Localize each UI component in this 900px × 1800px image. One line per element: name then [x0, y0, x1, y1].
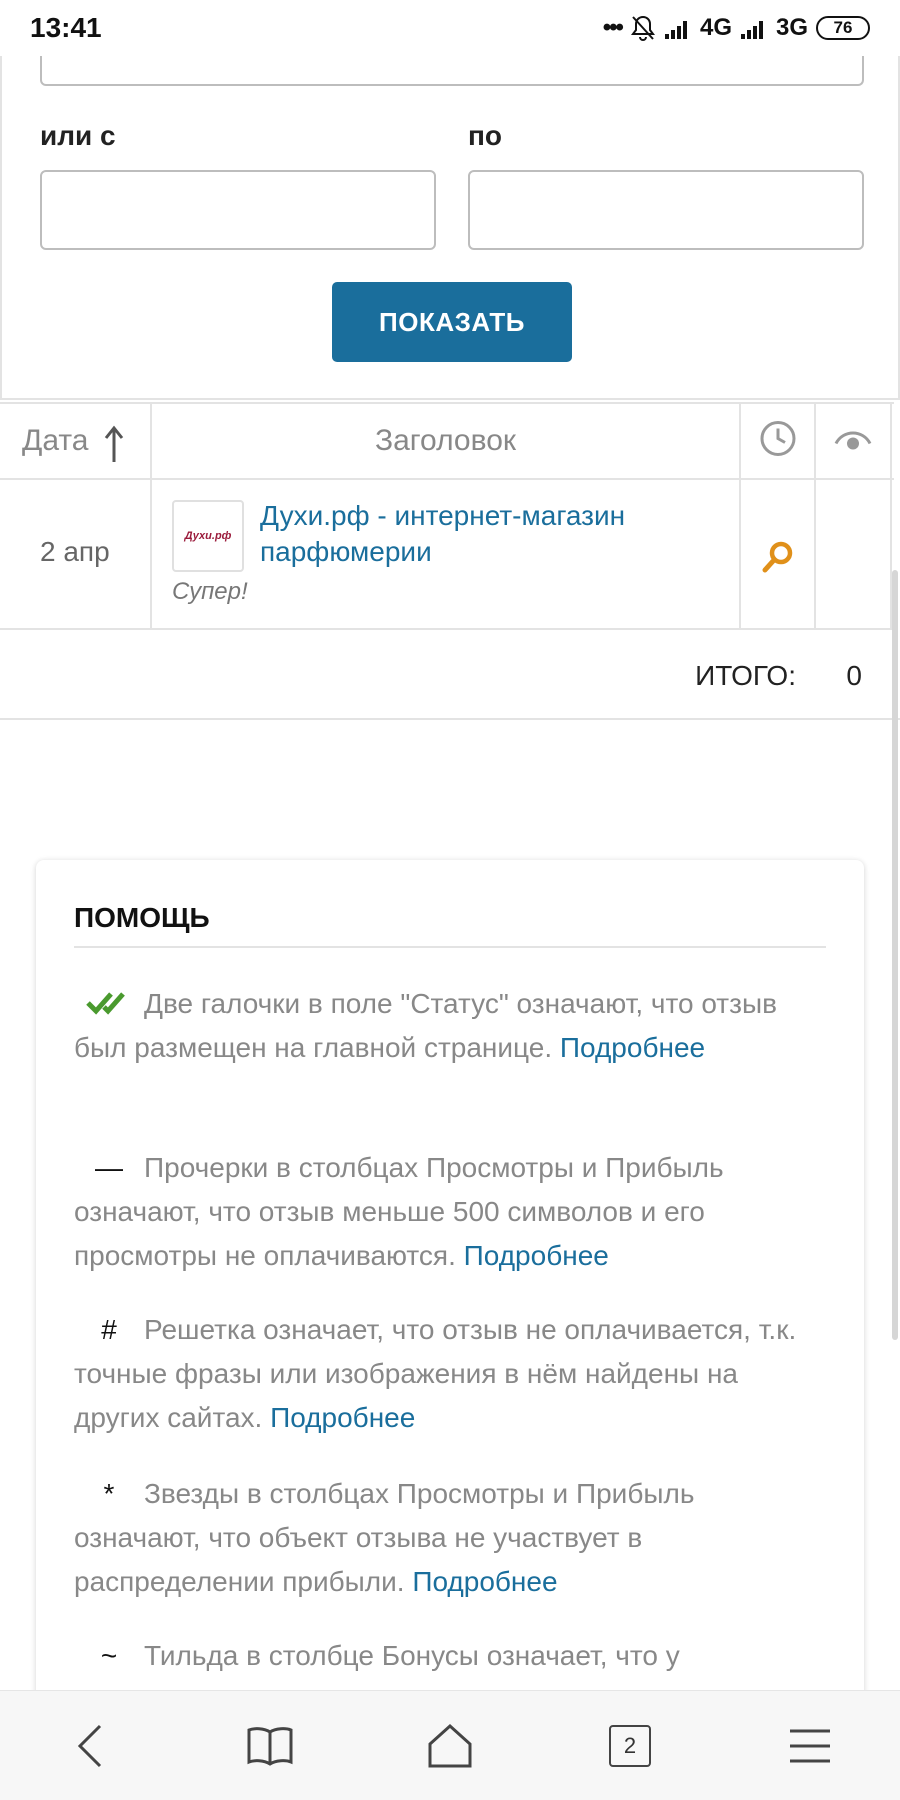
star-symbol: * [103, 1478, 115, 1509]
shop-thumbnail[interactable]: Духи.рф [172, 500, 244, 572]
column-date-label: Дата [22, 424, 89, 457]
back-button[interactable] [45, 1701, 135, 1791]
more-dots: ••• [602, 14, 624, 41]
show-button[interactable]: ПОКАЗАТЬ [332, 282, 572, 362]
row-status-cell [741, 480, 816, 628]
column-title: Заголовок [152, 404, 741, 478]
row-date: 2 апр [40, 536, 110, 567]
status-bar: 13:41 ••• 4G 3G 76 [0, 0, 900, 56]
home-icon [428, 1723, 472, 1767]
tilde-symbol: ~ [100, 1640, 118, 1671]
more-link[interactable]: Подробнее [412, 1566, 557, 1597]
eye-icon [833, 424, 873, 459]
date-from-label: или с [40, 120, 116, 151]
help-card: ПОМОЩЬ Две галочки в поле "Статус" означ… [36, 860, 864, 1800]
menu-button[interactable] [765, 1701, 855, 1791]
help-text: Решетка означает, что отзыв не оплачивае… [74, 1314, 797, 1433]
home-button[interactable] [405, 1701, 495, 1791]
dash-symbol: — [95, 1152, 123, 1183]
review-comment: Супер! [172, 578, 248, 605]
row-views-cell [816, 480, 892, 628]
tabs-button[interactable]: 2 [585, 1701, 675, 1791]
total-label: ИТОГО: [695, 660, 796, 691]
double-check-icon [74, 982, 144, 1026]
review-title-link[interactable]: Духи.рф - интернет-магазин парфюмерии [260, 498, 720, 570]
help-text: Тильда в столбце Бонусы означает, что у [144, 1640, 680, 1671]
more-link[interactable]: Подробнее [560, 1032, 705, 1063]
help-item-tilde: ~ Тильда в столбце Бонусы означает, что у [74, 1634, 826, 1678]
search-icon[interactable] [761, 540, 795, 579]
date-from-input[interactable] [40, 170, 436, 250]
signal-icon [740, 16, 768, 40]
hamburger-menu-icon [790, 1729, 830, 1762]
book-icon [247, 1726, 293, 1766]
help-item-dash: — Прочерки в столбцах Просмотры и Прибыль… [74, 1146, 826, 1278]
battery-icon: 76 [816, 16, 870, 40]
help-text: Звезды в столбцах Просмотры и Прибыль оз… [74, 1478, 695, 1597]
scrollbar[interactable] [892, 570, 898, 1340]
column-views [816, 404, 892, 478]
column-date[interactable]: Дата [0, 404, 152, 478]
table-header: Дата Заголовок [0, 404, 894, 480]
help-divider [74, 946, 826, 948]
row-date-cell: 2 апр [0, 480, 152, 628]
total-value: 0 [846, 660, 862, 691]
clock-icon [759, 420, 797, 463]
hash-symbol: # [101, 1314, 117, 1345]
help-item-double-check: Две галочки в поле "Статус" означают, чт… [74, 982, 826, 1070]
table-row: 2 апр Духи.рф Духи.рф - интернет-магазин… [0, 480, 894, 630]
date-to-input[interactable] [468, 170, 864, 250]
column-status [741, 404, 816, 478]
signal-icon [664, 16, 692, 40]
back-arrow-icon [77, 1724, 102, 1767]
reviews-table: Дата Заголовок 2 апр Духи.рф Духи.рф - и… [0, 402, 894, 630]
help-text: Прочерки в столбцах Просмотры и Прибыль … [74, 1152, 724, 1271]
more-link[interactable]: Подробнее [270, 1402, 415, 1433]
bookmarks-button[interactable] [225, 1701, 315, 1791]
date-to-label: по [468, 120, 503, 151]
help-item-star: * Звезды в столбцах Просмотры и Прибыль о… [74, 1472, 826, 1604]
bell-muted-icon [630, 14, 656, 42]
column-title-label: Заголовок [374, 424, 517, 457]
sort-arrow-up-icon [104, 424, 124, 469]
total-row: ИТОГО: 0 [0, 630, 900, 720]
network-3g: 3G [775, 14, 808, 41]
browser-bottom-nav: 2 [0, 1690, 900, 1800]
help-title: ПОМОЩЬ [74, 902, 210, 933]
network-4g: 4G [699, 14, 732, 41]
status-time: 13:41 [30, 12, 102, 43]
help-item-hash: # Решетка означает, что отзыв не оплачива… [74, 1308, 826, 1440]
more-link[interactable]: Подробнее [464, 1240, 609, 1271]
filter-form: или с по ПОКАЗАТЬ [0, 40, 900, 400]
shop-logo: Духи.рф [184, 530, 232, 542]
row-title-cell: Духи.рф Духи.рф - интернет-магазин парфю… [152, 480, 741, 628]
tabs-count-icon: 2 [609, 1724, 651, 1767]
status-indicators: ••• 4G 3G 76 [603, 14, 870, 42]
